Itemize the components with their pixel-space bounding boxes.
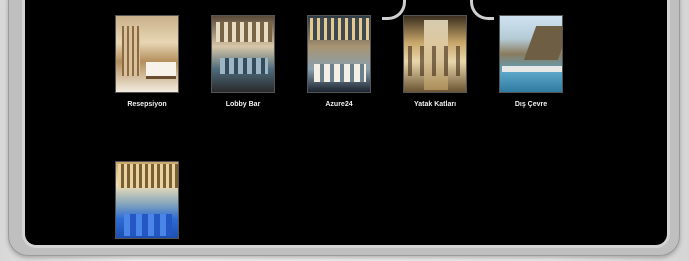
photo-gallery-grid: Resepsiyon Lobby Bar Azure24 Yatak Katla… (0, 0, 689, 261)
thumbnail-image[interactable] (499, 15, 563, 93)
gallery-item-azure24[interactable]: Azure24 (305, 15, 373, 108)
thumbnail-image[interactable] (307, 15, 371, 93)
thumbnail-image[interactable] (115, 161, 179, 239)
gallery-item-label[interactable]: Lobby Bar (209, 101, 277, 108)
gallery-item-dis-cevre[interactable]: Dış Çevre (497, 15, 565, 108)
thumbnail-image[interactable] (211, 15, 275, 93)
thumbnail-image[interactable] (403, 15, 467, 93)
gallery-item-resepsiyon[interactable]: Resepsiyon (113, 15, 181, 108)
gallery-item-label[interactable]: Resepsiyon (113, 101, 181, 108)
gallery-item-pool[interactable] (113, 161, 181, 247)
thumbnail-image[interactable] (115, 15, 179, 93)
gallery-item-label[interactable]: Yatak Katları (401, 101, 469, 108)
gallery-item-yatak-katlari[interactable]: Yatak Katları (401, 15, 469, 108)
gallery-item-lobby-bar[interactable]: Lobby Bar (209, 15, 277, 108)
gallery-item-label[interactable]: Azure24 (305, 101, 373, 108)
gallery-item-label[interactable]: Dış Çevre (497, 101, 565, 108)
